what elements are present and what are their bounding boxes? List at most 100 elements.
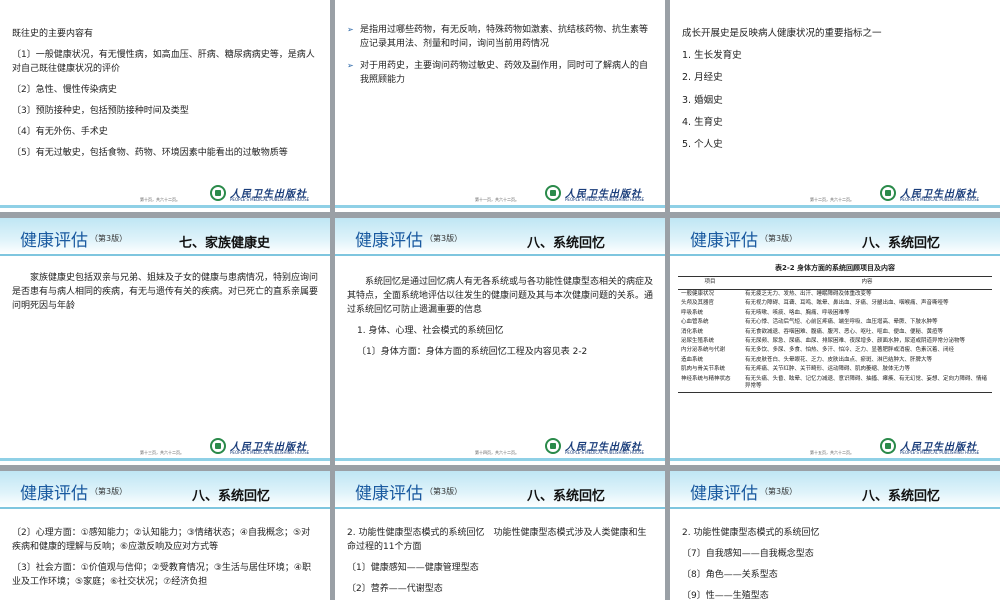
bullet-item: ➢ 是指用过哪些药物，有无反响，特殊药物如激素、抗结核药物、抗生素等应记录其用法、… [347, 24, 653, 52]
text-line: 既往史的主要内容有 [12, 29, 94, 39]
slide-footer: 第十三页，共六十二页。 人民卫生出版社 PEOPLE'S MEDICAL PUB… [0, 435, 330, 465]
table-row: 肌肉与骨关节系统 有无疼痛、关节红肿、关节畸形、运动障碍、肌肉萎缩、肢体无力等 [678, 365, 992, 374]
header-divider [335, 254, 665, 256]
page-number: 第十四页，共六十二页。 [475, 450, 519, 455]
table-row: 泌尿生殖系统 有无尿频、尿急、尿痛、血尿、排尿困难、夜尿增多、颜面水肿，尿道或阴道… [678, 337, 992, 346]
header-divider [670, 254, 1000, 256]
text-line: 〔1〕身体方面：身体方面的系统回忆工程及内容见表 2-2 [357, 346, 588, 357]
slide-header: 健康评估 （第3版） 七、家族健康史 [0, 218, 330, 254]
header-divider [0, 254, 330, 256]
publisher-name-en: PEOPLE'S MEDICAL PUBLISHING HOUSE [230, 197, 310, 202]
slide-footer: 第十页，共六十二页。 人民卫生出版社 PEOPLE'S MEDICAL PUBL… [0, 182, 330, 212]
publisher-logo: 人民卫生出版社 PEOPLE'S MEDICAL PUBLISHING HOUS… [210, 185, 310, 203]
edition-label: （第3版） [760, 487, 798, 496]
text-line: 〔2〕营养——代谢型态 [347, 583, 443, 594]
text-line: 5. 个人史 [682, 138, 723, 150]
table-cell: 有无视力障碍、耳聋、耳鸣、眩晕、鼻出血、牙痛、牙龈出血、咽喉痛、声音嘶哑等 [745, 300, 949, 307]
table-cell: 有无疼痛、关节红肿、关节畸形、运动障碍、肌肉萎缩、肢体无力等 [745, 366, 911, 373]
text-line: 〔4〕有无外伤、手术史 [12, 126, 108, 137]
publisher-emblem-icon [210, 185, 226, 201]
footer-line [670, 205, 1000, 208]
slide-medication-history[interactable]: ➢ 是指用过哪些药物，有无反响，特殊药物如激素、抗结核药物、抗生素等应记录其用法、… [335, 0, 665, 212]
course-title: 健康评估 [20, 484, 88, 504]
table-cell: 有无咳嗽、咳痰、咯血、胸痛、呼吸困难等 [745, 309, 850, 316]
text-line: 家族健康史包括双亲与兄弟、姐妹及子女的健康与患病情况，特别应询问是否患有与病人相… [12, 273, 319, 311]
section-title: 八、系统回忆 [861, 236, 940, 251]
slide-footer: 第十二页，共六十二页。 人民卫生出版社 PEOPLE'S MEDICAL PUB… [670, 182, 1000, 212]
column-header: 内容 [742, 276, 992, 290]
publisher-logo: 人民卫生出版社 PEOPLE'S MEDICAL PUBLISHING HOUS… [545, 185, 645, 203]
table-cell: 造血系统 [681, 356, 704, 363]
system-review-table: 表2-2 身体方面的系统回顾项目及内容 项目 内容 一般健康状况 有无疲乏无力、发… [678, 264, 992, 393]
text-line: 〔2〕心理方面：①感知能力；②认知能力；③情绪状态；④自我概念；⑤对疾病和健康的… [12, 528, 311, 552]
text-line: 3. 婚姻史 [682, 94, 723, 106]
text-line: 对于用药史，主要询问药物过敏史、药效及副作用，同时可了解病人的自我照顾能力 [360, 60, 649, 85]
table-cell: 有无心悸、活动后气短、心前区疼痛、端坐呼吸、血压增高、晕厥、下肢水肿等 [745, 319, 938, 326]
page-number: 第十三页，共六十二页。 [140, 450, 184, 455]
course-title: 健康评估 [690, 231, 758, 251]
table-cell: 一般健康状况 [681, 290, 715, 297]
section-title: 八、系统回忆 [526, 236, 605, 251]
text-line: 1. 生长发育史 [682, 50, 742, 62]
footer-line [335, 458, 665, 461]
slide-functional-pattern-review-2[interactable]: 健康评估 （第3版） 八、系统回忆 2. 功能性健康型态模式的系统回忆 〔7〕自… [670, 471, 1000, 600]
table-row: 内分泌系统与代谢 有无多饮、多尿、多食、怕热、多汗、怕冷、乏力、显著肥胖或消瘦、色… [678, 346, 992, 355]
publisher-name-en: PEOPLE'S MEDICAL PUBLISHING HOUSE [565, 197, 645, 202]
slide-growth-history[interactable]: 成长开展史是反映病人健康状况的重要指标之一 1. 生长发育史 2. 月经史 3.… [670, 0, 1000, 212]
slide-footer: 第十五页，共六十二页。 人民卫生出版社 PEOPLE'S MEDICAL PUB… [670, 435, 1000, 465]
course-title: 健康评估 [690, 484, 758, 504]
table-cell: 头颅及其器官 [681, 300, 715, 307]
footer-line [335, 205, 665, 208]
slide-footer: 第十一页，共六十二页。 人民卫生出版社 PEOPLE'S MEDICAL PUB… [335, 182, 665, 212]
text-line: 是指用过哪些药物，有无反响，特殊药物如激素、抗结核药物、抗生素等应记录其用法、剂… [360, 25, 649, 49]
column-header: 项目 [678, 276, 742, 290]
page-number: 第十页，共六十二页。 [140, 197, 180, 202]
arrow-bullet-icon: ➢ [347, 60, 354, 70]
table-row: 呼吸系统 有无咳嗽、咳痰、咯血、胸痛、呼吸困难等 [678, 309, 992, 318]
slide-body: 家族健康史包括双亲与兄弟、姐妹及子女的健康与患病情况，特别应询问是否患有与病人相… [12, 272, 318, 321]
slide-family-history[interactable]: 健康评估 （第3版） 七、家族健康史 家族健康史包括双亲与兄弟、姐妹及子女的健康… [0, 218, 330, 465]
slide-header: 健康评估 （第3版） 八、系统回忆 [0, 471, 330, 507]
text-line: 〔3〕社会方面：①价值观与信仰；②受教育情况；③生活与居住环境；④职业及工作环境… [12, 562, 312, 587]
edition-label: （第3版） [425, 234, 463, 243]
table-cell: 心血管系统 [681, 319, 709, 326]
slide-body: 成长开展史是反映病人健康状况的重要指标之一 1. 生长发育史 2. 月经史 3.… [682, 26, 988, 159]
table-cell: 肌肉与骨关节系统 [681, 366, 726, 373]
text-line: 4. 生育史 [682, 116, 723, 128]
bullet-item: ➢ 对于用药史，主要询问药物过敏史、药效及副作用，同时可了解病人的自我照顾能力 [347, 60, 653, 88]
section-title: 八、系统回忆 [526, 489, 605, 504]
text-line: 〔1〕健康感知——健康管理型态 [347, 562, 479, 573]
footer-line [0, 205, 330, 208]
text-line: 系统回忆是通过回忆病人有无各系统或与各功能性健康型态相关的病症及其特点，全面系统… [347, 277, 654, 315]
table-cell: 神经系统与精神状态 [678, 374, 742, 393]
publisher-name-en: PEOPLE'S MEDICAL PUBLISHING HOUSE [900, 450, 980, 455]
table-cell: 有无皮肤苍白、头晕眼花、乏力、皮肤出血点、瘀斑、淋巴结肿大、肝脾大等 [745, 356, 933, 363]
slide-functional-pattern-review-1[interactable]: 健康评估 （第3版） 八、系统回忆 2. 功能性健康型态模式的系统回忆 功能性健… [335, 471, 665, 600]
page-number: 第十二页，共六十二页。 [810, 197, 854, 202]
text-line: 〔9〕性——生殖型态 [682, 590, 769, 600]
slide-grid: 既往史的主要内容有 〔1〕一般健康状况，有无慢性病，如高血压、肝病、糖尿病病史等… [0, 0, 1000, 600]
publisher-logo: 人民卫生出版社 PEOPLE'S MEDICAL PUBLISHING HOUS… [880, 438, 980, 456]
table-cell: 有无尿频、尿急、尿痛、血尿、排尿困难、夜尿增多、颜面水肿，尿道或阴道异常分泌物等 [745, 337, 966, 344]
slide-system-review-intro[interactable]: 健康评估 （第3版） 八、系统回忆 系统回忆是通过回忆病人有无各系统或与各功能性… [335, 218, 665, 465]
slide-header: 健康评估 （第3版） 八、系统回忆 [335, 218, 665, 254]
slide-body: 〔2〕心理方面：①感知能力；②认知能力；③情绪状态；④自我概念；⑤对疾病和健康的… [12, 527, 318, 597]
text-line: 2. 功能性健康型态模式的系统回忆 [682, 528, 820, 538]
table-caption: 表2-2 身体方面的系统回顾项目及内容 [774, 264, 896, 272]
table-cell: 内分泌系统与代谢 [681, 347, 726, 354]
publisher-emblem-icon [545, 185, 561, 201]
slide-system-review-table[interactable]: 健康评估 （第3版） 八、系统回忆 表2-2 身体方面的系统回顾项目及内容 项目… [670, 218, 1000, 465]
table-cell: 有无多饮、多尿、多食、怕热、多汗、怕冷、乏力、显著肥胖或消瘦、色素沉着、闭经 [745, 347, 955, 354]
publisher-emblem-icon [880, 185, 896, 201]
table-row: 心血管系统 有无心悸、活动后气短、心前区疼痛、端坐呼吸、血压增高、晕厥、下肢水肿等 [678, 318, 992, 327]
table-row: 头颅及其器官 有无视力障碍、耳聋、耳鸣、眩晕、鼻出血、牙痛、牙龈出血、咽喉痛、声音… [678, 299, 992, 308]
slide-psych-social-review[interactable]: 健康评估 （第3版） 八、系统回忆 〔2〕心理方面：①感知能力；②认知能力；③情… [0, 471, 330, 600]
table-cell: 呼吸系统 [681, 309, 704, 316]
publisher-name-en: PEOPLE'S MEDICAL PUBLISHING HOUSE [900, 197, 980, 202]
slide-past-history[interactable]: 既往史的主要内容有 〔1〕一般健康状况，有无慢性病，如高血压、肝病、糖尿病病史等… [0, 0, 330, 212]
table-cell: 有无疲乏无力、发热、出汗、睡眠障碍及体重改变等 [745, 290, 872, 297]
section-title: 七、家族健康史 [178, 236, 270, 251]
table-row: 一般健康状况 有无疲乏无力、发热、出汗、睡眠障碍及体重改变等 [678, 289, 992, 299]
arrow-bullet-icon: ➢ [347, 25, 354, 34]
publisher-emblem-icon [210, 438, 226, 454]
